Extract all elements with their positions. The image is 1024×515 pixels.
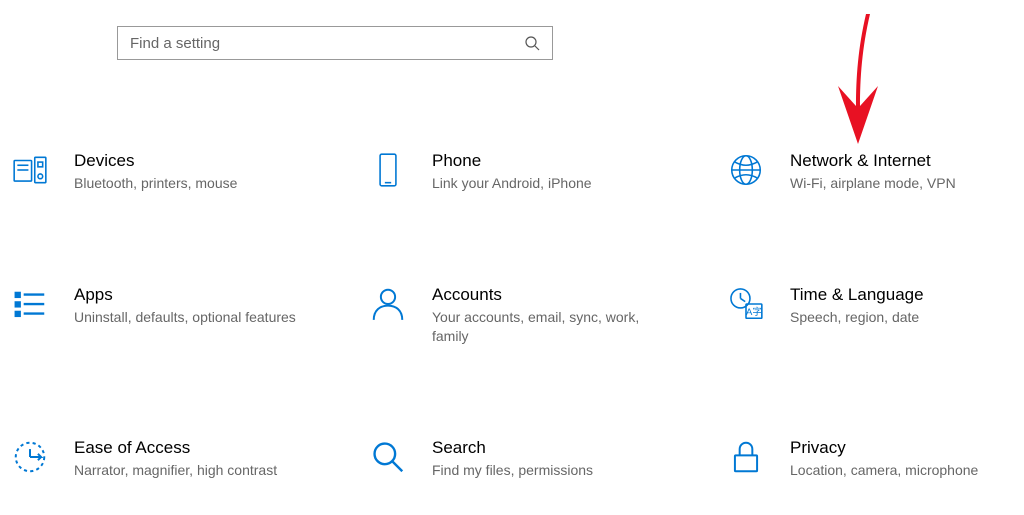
annotation-arrow [828,8,888,148]
search-input[interactable] [130,35,524,52]
search-box[interactable] [117,26,553,60]
time-language-icon: A字 [726,284,766,324]
ease-of-access-icon [10,437,50,477]
tile-time-language[interactable]: A字 Time & Language Speech, region, date [726,284,1014,347]
svg-text:A字: A字 [746,306,762,318]
tile-desc: Find my files, permissions [432,461,656,481]
tile-desc: Wi-Fi, airplane mode, VPN [790,174,1014,194]
person-icon [368,284,408,324]
tile-title: Apps [74,284,298,306]
tile-text: Phone Link your Android, iPhone [432,150,656,194]
tile-desc: Bluetooth, printers, mouse [74,174,298,194]
tile-title: Search [432,437,656,459]
magnifier-icon [368,437,408,477]
tile-privacy[interactable]: Privacy Location, camera, microphone [726,437,1014,481]
search-container [117,26,553,60]
tile-apps[interactable]: Apps Uninstall, defaults, optional featu… [10,284,298,347]
devices-icon [10,150,50,190]
tile-text: Network & Internet Wi-Fi, airplane mode,… [790,150,1014,194]
search-icon [524,35,540,51]
tile-desc: Speech, region, date [790,308,1014,328]
phone-icon [368,150,408,190]
tile-desc: Narrator, magnifier, high contrast [74,461,298,481]
tile-title: Devices [74,150,298,172]
tile-text: Privacy Location, camera, microphone [790,437,1014,481]
globe-icon [726,150,766,190]
tile-title: Time & Language [790,284,1014,306]
apps-icon [10,284,50,324]
tile-text: Accounts Your accounts, email, sync, wor… [432,284,656,347]
tile-text: Apps Uninstall, defaults, optional featu… [74,284,298,328]
tile-ease-of-access[interactable]: Ease of Access Narrator, magnifier, high… [10,437,298,481]
tile-title: Phone [432,150,656,172]
tile-desc: Link your Android, iPhone [432,174,656,194]
lock-icon [726,437,766,477]
tile-desc: Your accounts, email, sync, work, family [432,308,656,347]
settings-grid: Devices Bluetooth, printers, mouse Phone… [10,150,1014,481]
tile-title: Accounts [432,284,656,306]
tile-title: Network & Internet [790,150,1014,172]
tile-text: Ease of Access Narrator, magnifier, high… [74,437,298,481]
tile-phone[interactable]: Phone Link your Android, iPhone [368,150,656,194]
tile-text: Time & Language Speech, region, date [790,284,1014,328]
tile-desc: Location, camera, microphone [790,461,1014,481]
tile-network[interactable]: Network & Internet Wi-Fi, airplane mode,… [726,150,1014,194]
tile-search[interactable]: Search Find my files, permissions [368,437,656,481]
tile-title: Ease of Access [74,437,298,459]
tile-text: Devices Bluetooth, printers, mouse [74,150,298,194]
tile-text: Search Find my files, permissions [432,437,656,481]
tile-accounts[interactable]: Accounts Your accounts, email, sync, wor… [368,284,656,347]
tile-devices[interactable]: Devices Bluetooth, printers, mouse [10,150,298,194]
tile-desc: Uninstall, defaults, optional features [74,308,298,328]
tile-title: Privacy [790,437,1014,459]
